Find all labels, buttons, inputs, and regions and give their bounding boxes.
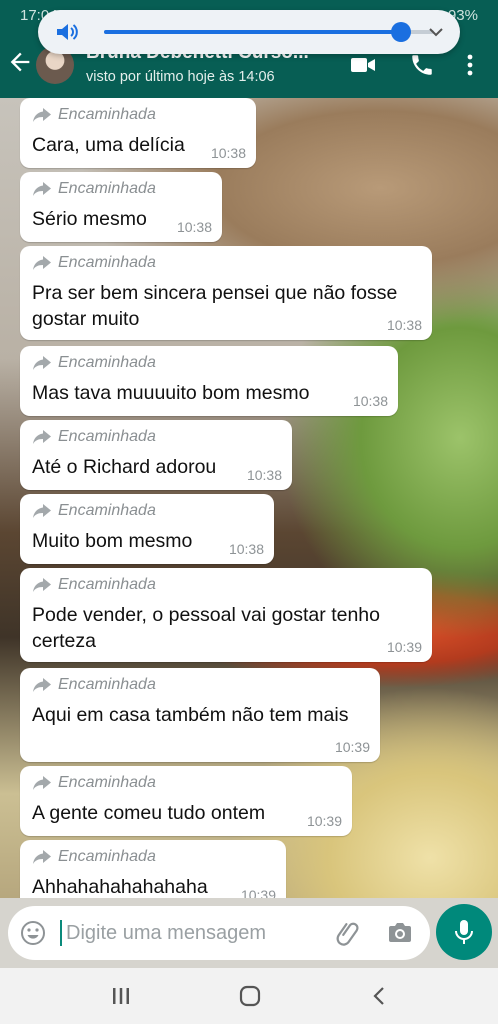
forward-icon <box>33 578 51 592</box>
phone-icon[interactable] <box>408 52 436 78</box>
back-arrow-icon[interactable] <box>6 48 34 76</box>
message-line: Até o Richard adorou <box>32 456 217 478</box>
message-line: Muito bom mesmo <box>32 530 193 552</box>
forward-icon <box>33 678 51 692</box>
message-time: 10:38 <box>386 317 422 333</box>
message-bubble[interactable]: Encaminhada Muito bom mesmo 10:38 <box>20 494 274 564</box>
message-bubble[interactable]: Encaminhada Aqui em casa também não tem m… <box>20 668 380 762</box>
message-text: Cara, uma delícia <box>32 132 185 158</box>
message-time: 10:38 <box>246 467 282 483</box>
message-line: Mas tava muuuuito bom mesmo <box>32 382 310 404</box>
chat-area[interactable]: Encaminhada Cara, uma delícia 10:38 Encamin… <box>0 98 498 968</box>
forwarded-label: Encaminhada <box>58 180 156 197</box>
message-line: gostar muito <box>32 308 140 330</box>
forwarded-label: Encaminhada <box>58 254 156 271</box>
message-line: Aqui em casa também não tem mais <box>32 704 349 726</box>
message-text: Ahhahahahahahaha <box>32 874 208 900</box>
paperclip-icon[interactable] <box>334 919 362 947</box>
forward-icon <box>33 850 51 864</box>
message-text: Muito bom mesmo <box>32 528 192 554</box>
forwarded-label: Encaminhada <box>58 106 156 123</box>
forward-icon <box>33 504 51 518</box>
message-line: certeza <box>32 630 96 652</box>
message-text: Até o Richard adorou <box>32 454 216 480</box>
message-time: 10:38 <box>352 393 388 409</box>
more-vert-icon[interactable] <box>458 52 482 78</box>
chevron-down-icon[interactable] <box>426 22 446 42</box>
volume-panel <box>38 10 460 54</box>
speaker-icon[interactable] <box>54 20 80 44</box>
message-line: Cara, uma delícia <box>32 134 185 156</box>
message-time: 10:38 <box>210 145 246 161</box>
message-line: Sério mesmo <box>32 208 147 230</box>
volume-fill <box>104 30 401 34</box>
forward-icon <box>33 256 51 270</box>
forward-icon <box>33 108 51 122</box>
message-bubble[interactable]: Encaminhada Pode vender, o pessoal vai go… <box>20 568 432 662</box>
forward-icon <box>33 776 51 790</box>
message-time: 10:38 <box>176 219 212 235</box>
message-text: Sério mesmo <box>32 206 147 232</box>
message-time: 10:39 <box>334 739 370 755</box>
home-icon[interactable] <box>238 984 262 1008</box>
message-time: 10:38 <box>228 541 264 557</box>
nav-back-icon[interactable] <box>368 984 392 1008</box>
volume-slider[interactable] <box>104 22 434 42</box>
composer-field[interactable] <box>8 906 430 960</box>
forwarded-label: Encaminhada <box>58 774 156 791</box>
last-seen-status: visto por último hoje às 14:06 <box>86 69 275 85</box>
volume-thumb[interactable] <box>391 22 411 42</box>
composer-bar <box>0 898 498 968</box>
message-bubble[interactable]: Encaminhada Cara, uma delícia 10:38 <box>20 98 256 168</box>
forwarded-label: Encaminhada <box>58 502 156 519</box>
forwarded-label: Encaminhada <box>58 848 156 865</box>
message-bubble[interactable]: Encaminhada Mas tava muuuuito bom mesmo 10… <box>20 346 398 416</box>
message-bubble[interactable]: Encaminhada Até o Richard adorou 10:38 <box>20 420 292 490</box>
message-bubble[interactable]: Encaminhada A gente comeu tudo ontem 10:39 <box>20 766 352 836</box>
forward-icon <box>33 182 51 196</box>
system-nav-bar <box>0 968 498 1024</box>
message-line: Ahhahahahahahaha <box>32 876 208 898</box>
message-line: Pode vender, o pessoal vai gostar tenho <box>32 604 380 626</box>
message-bubble[interactable]: Encaminhada Sério mesmo 10:38 <box>20 172 222 242</box>
message-time: 10:39 <box>306 813 342 829</box>
message-text: Pra ser bem sincera pensei que não fosse… <box>32 280 397 332</box>
text-caret <box>60 920 62 946</box>
video-call-icon[interactable] <box>349 52 377 78</box>
forwarded-label: Encaminhada <box>58 428 156 445</box>
forwarded-label: Encaminhada <box>58 576 156 593</box>
mic-button[interactable] <box>436 904 492 960</box>
message-text: Pode vender, o pessoal vai gostar tenho c… <box>32 602 380 654</box>
forward-icon <box>33 356 51 370</box>
camera-icon[interactable] <box>386 919 414 947</box>
forward-icon <box>33 430 51 444</box>
emoji-icon[interactable] <box>20 920 46 946</box>
message-time: 10:39 <box>386 639 422 655</box>
mic-icon <box>455 920 473 944</box>
message-bubble[interactable]: Encaminhada Pra ser bem sincera pensei qu… <box>20 246 432 340</box>
forwarded-label: Encaminhada <box>58 676 156 693</box>
message-text: Aqui em casa também não tem mais <box>32 702 348 728</box>
message-text: A gente comeu tudo ontem <box>32 800 265 826</box>
message-line: A gente comeu tudo ontem <box>32 802 266 824</box>
forwarded-label: Encaminhada <box>58 354 156 371</box>
message-text: Mas tava muuuuito bom mesmo <box>32 380 309 406</box>
recent-apps-icon[interactable] <box>109 984 133 1008</box>
message-input[interactable] <box>66 914 336 952</box>
message-line: Pra ser bem sincera pensei que não fosse <box>32 282 398 304</box>
